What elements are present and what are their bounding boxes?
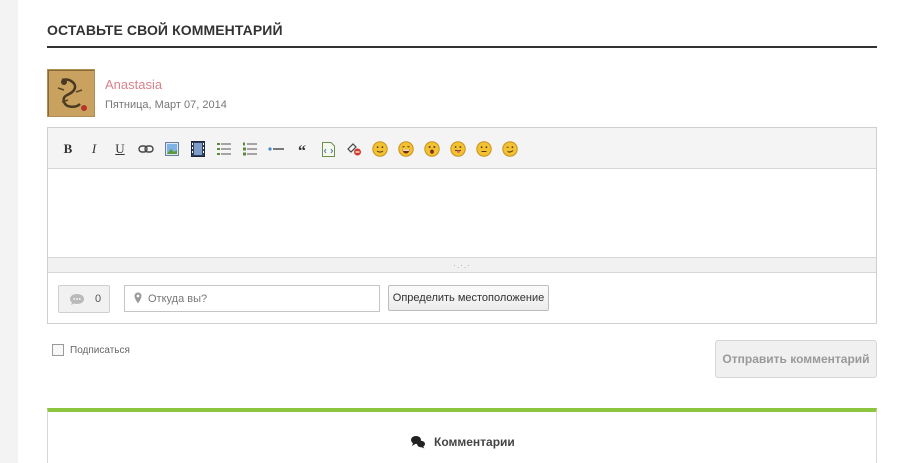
comments-header: Комментарии [410, 435, 515, 449]
detect-location-button[interactable]: Определить местоположение [388, 285, 549, 311]
bold-button[interactable]: B [59, 140, 77, 158]
surprised-emoticon-button[interactable] [423, 140, 441, 158]
map-pin-icon [134, 292, 142, 304]
video-button[interactable] [189, 140, 207, 158]
speech-bubble-icon [70, 293, 84, 305]
left-page-margin [0, 0, 18, 463]
surprised-icon [424, 141, 440, 157]
section-heading: ОСТАВЬТЕ СВОЙ КОММЕНТАРИЙ [47, 22, 283, 38]
smile-icon [372, 141, 388, 157]
subscribe-label: Подписаться [70, 344, 130, 356]
horizontal-rule-icon [268, 147, 284, 151]
tongue-icon [450, 141, 466, 157]
image-icon [165, 142, 179, 156]
comments-icon [411, 436, 425, 449]
link-button[interactable] [137, 140, 155, 158]
italic-button[interactable]: I [85, 140, 103, 158]
editor-resize-handle[interactable]: ·.·.· [48, 257, 876, 273]
smile-emoticon-button[interactable] [371, 140, 389, 158]
comment-date: Пятница, Март 07, 2014 [105, 99, 227, 111]
comment-count: 0 [95, 293, 102, 305]
comment-textarea[interactable] [48, 169, 876, 257]
code-button[interactable] [319, 140, 337, 158]
location-field[interactable] [124, 285, 380, 312]
quote-icon: “ [298, 143, 306, 160]
dragon-avatar-icon [48, 70, 94, 116]
submit-comment-button[interactable]: Отправить комментарий [715, 340, 877, 378]
comment-count-button[interactable]: 0 [58, 285, 110, 313]
remove-format-button[interactable] [345, 140, 363, 158]
user-avatar [47, 69, 95, 117]
code-icon [321, 141, 335, 157]
numbered-list-icon [243, 142, 257, 156]
underline-button[interactable]: U [111, 140, 129, 158]
laugh-icon [398, 141, 414, 157]
quote-button[interactable]: “ [293, 140, 311, 160]
horizontal-rule-button[interactable] [267, 140, 285, 158]
heading-divider [47, 46, 877, 48]
wink-icon [502, 141, 518, 157]
remove-format-icon [347, 143, 361, 156]
numbered-list-button[interactable] [241, 140, 259, 158]
location-input[interactable] [148, 286, 376, 311]
user-name-link[interactable]: Anastasia [105, 77, 162, 92]
image-button[interactable] [163, 140, 181, 158]
video-icon [191, 141, 205, 157]
subscribe-option[interactable]: Подписаться [52, 344, 130, 356]
wink-emoticon-button[interactable] [501, 140, 519, 158]
tongue-emoticon-button[interactable] [449, 140, 467, 158]
laugh-emoticon-button[interactable] [397, 140, 415, 158]
neutral-emoticon-button[interactable] [475, 140, 493, 158]
comments-title: Комментарии [434, 435, 515, 449]
subscribe-checkbox[interactable] [52, 344, 64, 356]
bulleted-list-button[interactable] [215, 140, 233, 158]
bulleted-list-icon [217, 143, 231, 155]
link-icon [138, 145, 154, 153]
neutral-icon [476, 141, 492, 157]
comment-editor: B I U “ ·.·.· 0 Откуда вы? Определить ме… [47, 127, 877, 324]
editor-toolbar: B I U “ [48, 128, 876, 169]
comments-section: Комментарии [47, 408, 877, 463]
